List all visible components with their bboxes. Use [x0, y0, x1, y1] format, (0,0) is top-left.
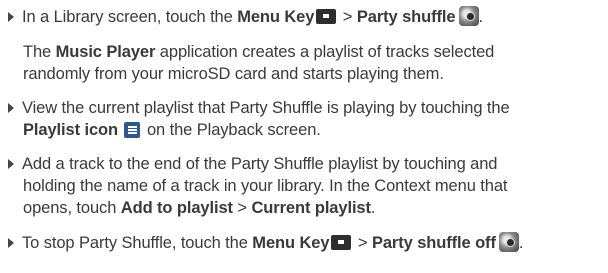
- paragraph-line-1: The Music Player application creates a p…: [23, 43, 495, 61]
- bullet-add-track-line-2: holding the name of a track in your libr…: [23, 177, 508, 195]
- music-player-label: Music Player: [55, 43, 156, 61]
- party-shuffle-off-label: Party shuffle off: [371, 234, 496, 252]
- party-shuffle-label: Party shuffle: [356, 8, 456, 26]
- text: application creates a playlist of tracks…: [155, 43, 495, 61]
- current-playlist-label: Current playlist: [251, 199, 371, 217]
- playlist-icon-label: Playlist icon: [23, 121, 118, 139]
- menu-key-icon: [331, 235, 352, 250]
- bullet-add-track: Add a track to the end of the Party Shuf…: [8, 153, 497, 175]
- playlist-icon: [124, 122, 141, 138]
- text: View the current playlist that Party Shu…: [22, 99, 510, 117]
- text: In a Library screen, touch the: [22, 8, 238, 26]
- bullet-view-playlist: View the current playlist that Party Shu…: [8, 97, 510, 119]
- text: .: [370, 199, 376, 217]
- text: To stop Party Shuffle, touch the: [22, 234, 253, 252]
- menu-key-label: Menu Key: [237, 8, 315, 26]
- paragraph-line-2: randomly from your microSD card and star…: [23, 65, 444, 83]
- separator: >: [353, 234, 372, 252]
- text: opens, touch: [23, 199, 121, 217]
- separator: >: [232, 199, 252, 217]
- bullet-arrow: [8, 238, 14, 248]
- bullet-arrow: [8, 12, 14, 22]
- bullet-arrow: [8, 103, 14, 113]
- menu-key-icon: [316, 9, 337, 24]
- party-shuffle-icon: [458, 6, 479, 26]
- bullet-add-track-line-3: opens, touch Add to playlist > Current p…: [23, 197, 376, 219]
- bullet-view-playlist-line-2: Playlist icon on the Playback screen.: [23, 119, 321, 141]
- instruction-document: In a Library screen, touch the Menu Key …: [0, 0, 608, 273]
- separator: >: [338, 8, 357, 26]
- bullet-stop-party-shuffle: To stop Party Shuffle, touch the Menu Ke…: [8, 232, 523, 254]
- text: Add a track to the end of the Party Shuf…: [22, 155, 498, 173]
- text: on the Playback screen.: [142, 121, 321, 139]
- menu-key-label: Menu Key: [252, 234, 330, 252]
- party-shuffle-icon: [498, 232, 519, 252]
- bullet-arrow: [8, 159, 14, 169]
- add-to-playlist-label: Add to playlist: [120, 199, 233, 217]
- bullet-party-shuffle-start: In a Library screen, touch the Menu Key …: [8, 6, 483, 28]
